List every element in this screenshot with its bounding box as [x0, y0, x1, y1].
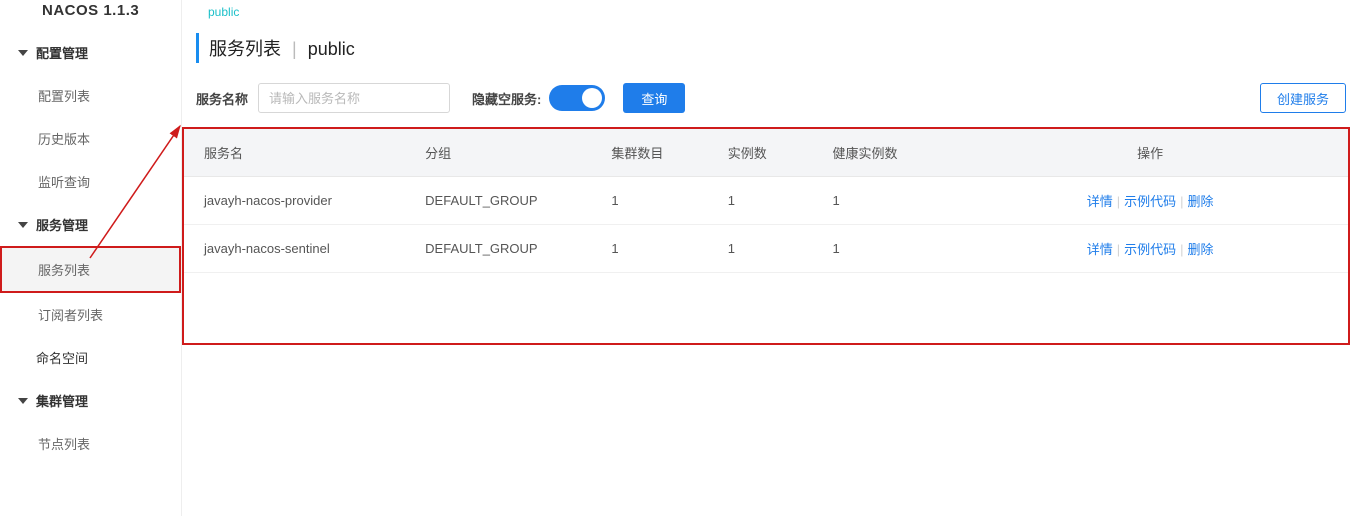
cell-service: javayh-nacos-provider: [184, 177, 405, 225]
cell-actions: 详情|示例代码|删除: [952, 177, 1348, 225]
table-row: javayh-nacos-sentinelDEFAULT_GROUP111详情|…: [184, 225, 1348, 273]
table-padding: [184, 273, 1348, 343]
action-delete[interactable]: 删除: [1188, 194, 1214, 209]
menu-item-config-list[interactable]: 配置列表: [0, 74, 181, 117]
app-logo: NACOS 1.1.3: [0, 0, 181, 31]
tab-public[interactable]: public: [208, 5, 239, 19]
sidebar: NACOS 1.1.3 配置管理 配置列表 历史版本 监听查询 服务管理 服务列…: [0, 0, 182, 516]
action-detail[interactable]: 详情: [1087, 194, 1113, 209]
namespace-tabs: public: [182, 0, 1360, 29]
cell-actions: 详情|示例代码|删除: [952, 225, 1348, 273]
app-name: NACOS: [42, 2, 99, 19]
service-table: 服务名 分组 集群数目 实例数 健康实例数 操作 javayh-nacos-pr…: [184, 129, 1348, 273]
query-button[interactable]: 查询: [623, 83, 685, 113]
col-actions: 操作: [952, 129, 1348, 177]
service-name-label: 服务名称: [196, 89, 248, 108]
create-service-button[interactable]: 创建服务: [1260, 83, 1346, 113]
action-sample[interactable]: 示例代码: [1124, 242, 1176, 257]
app-version: 1.1.3: [103, 2, 139, 19]
cell-healthy: 1: [813, 225, 953, 273]
col-healthy: 健康实例数: [813, 129, 953, 177]
action-detail[interactable]: 详情: [1087, 242, 1113, 257]
caret-down-icon: [18, 50, 28, 56]
caret-down-icon: [18, 398, 28, 404]
table-row: javayh-nacos-providerDEFAULT_GROUP111详情|…: [184, 177, 1348, 225]
menu-group-label: 命名空间: [36, 348, 88, 367]
service-name-input[interactable]: [258, 83, 450, 113]
cell-instances: 1: [708, 225, 813, 273]
col-group: 分组: [405, 129, 591, 177]
cell-clusters: 1: [591, 225, 707, 273]
hide-empty-label: 隐藏空服务:: [472, 89, 541, 108]
menu-item-node-list[interactable]: 节点列表: [0, 422, 181, 465]
page-title-text: 服务列表: [209, 39, 281, 59]
main-content: public 服务列表 | public 服务名称 隐藏空服务: 查询 创建服务…: [182, 0, 1360, 516]
page-namespace: public: [308, 39, 355, 59]
cell-group: DEFAULT_GROUP: [405, 177, 591, 225]
cell-group: DEFAULT_GROUP: [405, 225, 591, 273]
page-title: 服务列表 | public: [196, 33, 1346, 63]
menu-group-service[interactable]: 服务管理: [0, 203, 181, 246]
menu-item-history[interactable]: 历史版本: [0, 117, 181, 160]
menu-group-label: 服务管理: [36, 215, 88, 234]
menu-group-config[interactable]: 配置管理: [0, 31, 181, 74]
menu-item-service-list[interactable]: 服务列表: [0, 246, 181, 293]
service-table-container: 服务名 分组 集群数目 实例数 健康实例数 操作 javayh-nacos-pr…: [182, 127, 1350, 345]
menu-group-label: 配置管理: [36, 43, 88, 62]
table-header-row: 服务名 分组 集群数目 实例数 健康实例数 操作: [184, 129, 1348, 177]
action-delete[interactable]: 删除: [1188, 242, 1214, 257]
action-sample[interactable]: 示例代码: [1124, 194, 1176, 209]
cell-instances: 1: [708, 177, 813, 225]
menu-item-listener[interactable]: 监听查询: [0, 160, 181, 203]
menu-item-subscribers[interactable]: 订阅者列表: [0, 293, 181, 336]
caret-down-icon: [18, 222, 28, 228]
sidebar-menu: 配置管理 配置列表 历史版本 监听查询 服务管理 服务列表 订阅者列表 命名空间…: [0, 31, 181, 465]
filter-bar: 服务名称 隐藏空服务: 查询 创建服务: [182, 83, 1360, 127]
cell-healthy: 1: [813, 177, 953, 225]
title-separator: |: [292, 39, 297, 59]
col-service: 服务名: [184, 129, 405, 177]
menu-group-label: 集群管理: [36, 391, 88, 410]
col-clusters: 集群数目: [591, 129, 707, 177]
menu-group-cluster[interactable]: 集群管理: [0, 379, 181, 422]
menu-item-namespace[interactable]: 命名空间: [0, 336, 181, 379]
cell-clusters: 1: [591, 177, 707, 225]
cell-service: javayh-nacos-sentinel: [184, 225, 405, 273]
hide-empty-toggle[interactable]: [549, 85, 605, 111]
col-instances: 实例数: [708, 129, 813, 177]
toggle-knob: [582, 88, 602, 108]
